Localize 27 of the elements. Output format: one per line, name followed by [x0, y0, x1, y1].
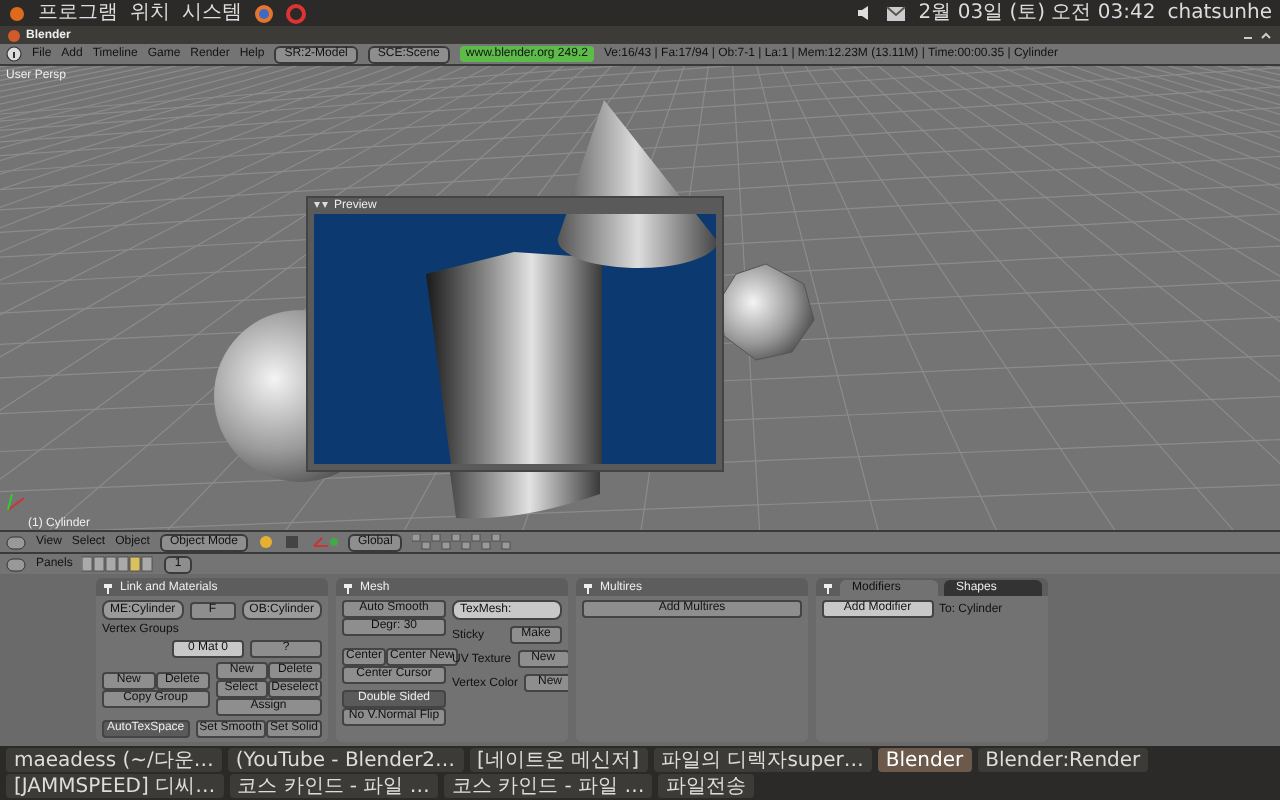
- pin-icon[interactable]: [822, 581, 834, 593]
- taskbar-item[interactable]: 코스 카인드 - 파일 …: [229, 774, 438, 798]
- taskbar-item[interactable]: 파일의 디렉자super…: [653, 748, 872, 772]
- context-icons[interactable]: [82, 556, 155, 572]
- pin-icon[interactable]: [102, 581, 114, 593]
- menu-item[interactable]: 시스템: [182, 1, 242, 25]
- lifebuoy-icon[interactable]: [286, 3, 306, 23]
- taskbar-item[interactable]: 코스 카인드 - 파일 …: [443, 774, 653, 798]
- taskbar-item[interactable]: [네이트온 메신저]: [469, 748, 648, 772]
- taskbar-item[interactable]: Blender: [877, 748, 972, 772]
- clock[interactable]: 2월 03일 (토) 오전 03:42: [918, 1, 1156, 25]
- taskbar-item[interactable]: [JAMMSPEED] 디씨…: [6, 774, 224, 798]
- taskbar-item[interactable]: 파일전송: [658, 774, 755, 798]
- taskbar-item[interactable]: maeadess (~/다운…: [6, 748, 222, 772]
- axis-drawing: [7, 493, 25, 511]
- user-name[interactable]: chatsunhe: [1167, 1, 1272, 25]
- triangle-icon[interactable]: [314, 201, 328, 211]
- info-icon[interactable]: [6, 46, 22, 62]
- close-icon[interactable]: [8, 29, 20, 41]
- pin-icon[interactable]: [342, 581, 354, 593]
- maximize-icon[interactable]: [1260, 29, 1272, 41]
- menu-item[interactable]: 위치: [130, 1, 170, 25]
- envelope-icon[interactable]: [886, 5, 907, 21]
- taskbar-item[interactable]: (YouTube - Blender2…: [227, 748, 464, 772]
- pin-icon[interactable]: [582, 581, 594, 593]
- menu-item[interactable]: 프로그램: [38, 1, 118, 25]
- taskbar-item[interactable]: Blender:Render: [977, 748, 1149, 772]
